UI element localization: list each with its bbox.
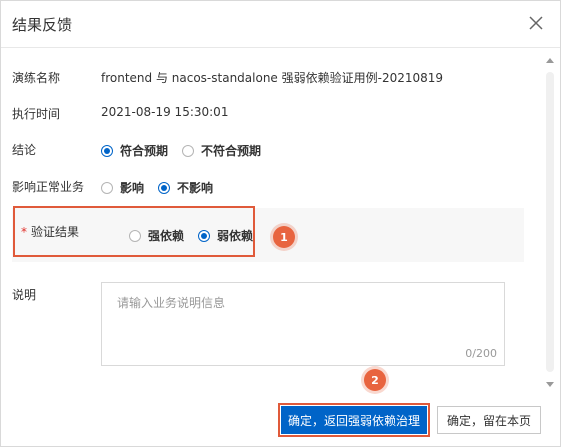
drill-name-label: 演练名称: [12, 71, 61, 85]
radio-label: 符合预期: [120, 144, 169, 158]
step-badge-2: 2: [364, 369, 386, 391]
scroll-up-arrow-icon[interactable]: [546, 58, 554, 63]
radio-unchecked-icon: [101, 181, 113, 194]
exec-time-value: 2021-08-19 15:30:01: [101, 105, 229, 119]
highlight-box-verify-result: [13, 206, 255, 257]
radio-conclusion-not-expected[interactable]: 不符合预期: [182, 142, 261, 159]
radio-impact-yes[interactable]: 影响: [101, 179, 144, 196]
scroll-down-arrow-icon[interactable]: [546, 382, 554, 387]
confirm-stay-button[interactable]: 确定，留在本页: [437, 406, 541, 434]
radio-checked-icon: [101, 144, 113, 157]
radio-conclusion-expected[interactable]: 符合预期: [101, 142, 168, 159]
conclusion-label: 结论: [12, 143, 37, 157]
conclusion-radio-group: 符合预期 不符合预期: [101, 142, 275, 159]
scrollbar-thumb[interactable]: [546, 72, 554, 372]
impact-label: 影响正常业务: [12, 180, 85, 194]
scrollbar[interactable]: [544, 48, 556, 391]
description-textarea[interactable]: 请输入业务说明信息 0/200: [101, 282, 505, 366]
dialog-footer: 确定，返回强弱依赖治理 确定，留在本页: [1, 392, 560, 446]
step-badge-1: 1: [273, 226, 295, 248]
description-label: 说明: [12, 288, 37, 302]
radio-label: 不符合预期: [201, 144, 262, 158]
result-feedback-dialog: 结果反馈 演练名称 frontend 与 nacos-standalone 强弱…: [0, 0, 561, 447]
drill-name-value: frontend 与 nacos-standalone 强弱依赖验证用例-202…: [101, 71, 444, 85]
dialog-header: 结果反馈: [1, 1, 560, 48]
radio-checked-icon: [158, 181, 171, 194]
radio-unchecked-icon: [182, 144, 195, 157]
impact-radio-group: 影响 不影响: [101, 179, 227, 196]
radio-label: 影响: [120, 181, 145, 195]
description-char-count: 0/200: [465, 347, 497, 360]
exec-time-label: 执行时间: [12, 107, 61, 121]
radio-impact-no[interactable]: 不影响: [158, 179, 213, 196]
close-icon[interactable]: [526, 13, 546, 33]
description-placeholder: 请输入业务说明信息: [117, 296, 226, 310]
radio-label: 不影响: [177, 181, 214, 195]
dialog-title: 结果反馈: [12, 16, 73, 34]
highlight-box-confirm-return: [278, 403, 430, 437]
